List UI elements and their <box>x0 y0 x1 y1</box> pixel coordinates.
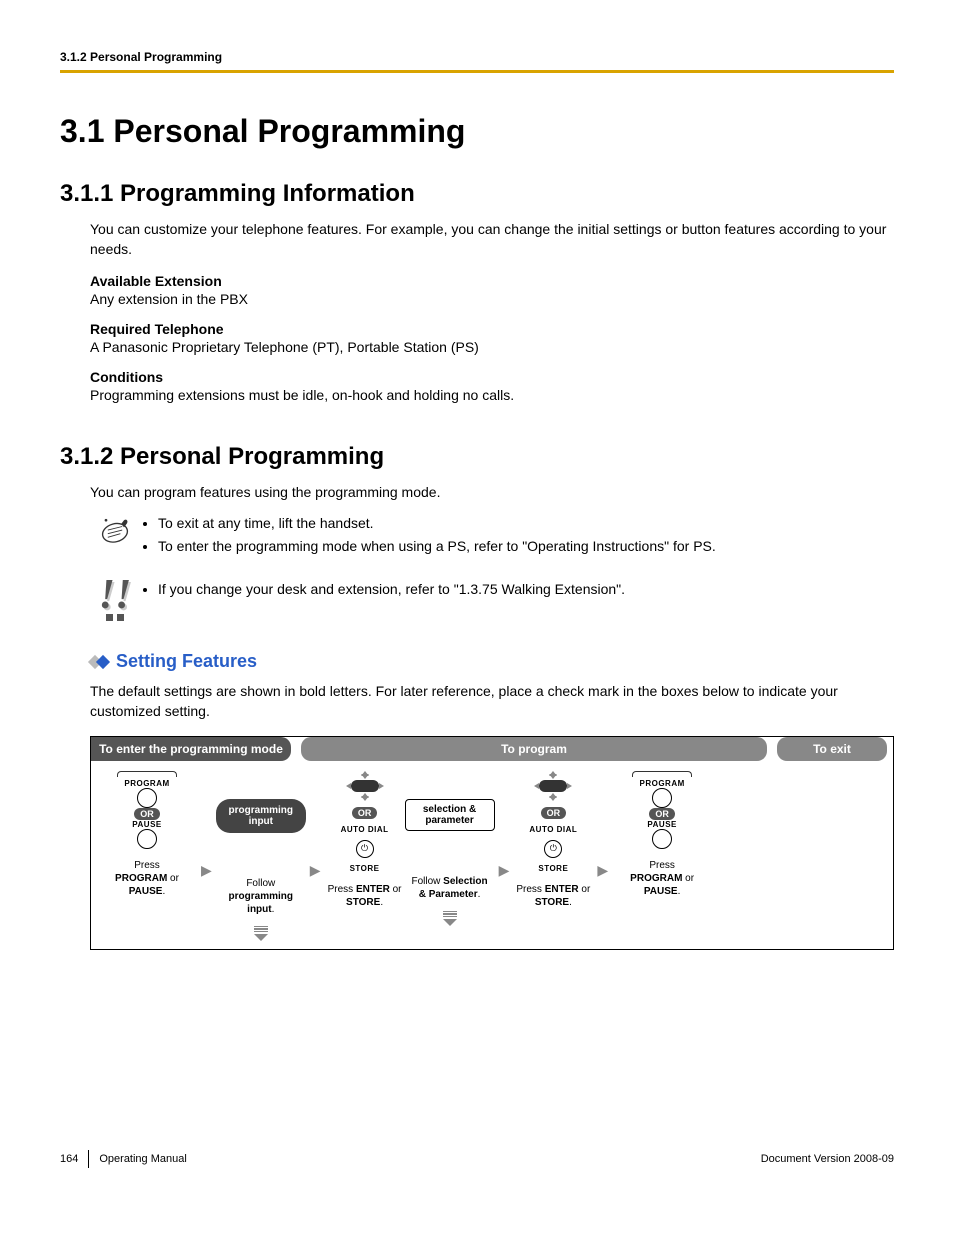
autodial-label: AUTO DIAL <box>529 825 577 834</box>
arrow-down-icon <box>254 926 268 942</box>
autodial-label: AUTO DIAL <box>341 825 389 834</box>
program-button-icon <box>137 788 157 808</box>
arrow-down-icon <box>443 911 457 927</box>
section-title-3-1-2: 3.1.2 Personal Programming <box>60 443 894 471</box>
caption-follow-selection: Follow Selection & Parameter. <box>410 875 490 901</box>
caption-press-enter-2: Press ENTER or STORE. <box>513 883 593 909</box>
page-header: 3.1.2 Personal Programming <box>60 50 894 73</box>
note-block-1: To exit at any time, lift the handset. T… <box>90 513 894 559</box>
available-extension-text: Any extension in the PBX <box>90 291 894 307</box>
program-label: PROGRAM <box>639 779 684 788</box>
diamond-bullet-icon <box>90 657 108 667</box>
note-icon <box>90 513 140 554</box>
note-item: To exit at any time, lift the handset. <box>158 513 894 534</box>
arrow-right-icon: ▶ <box>593 862 612 879</box>
arrow-right-icon: ▶ <box>306 862 325 879</box>
or-label: OR <box>541 807 567 819</box>
setting-features-intro: The default settings are shown in bold l… <box>90 682 894 721</box>
store-label: STORE <box>538 864 568 873</box>
caption-press-program-exit: Press PROGRAM or PAUSE. <box>622 859 702 898</box>
section-title-3-1-1: 3.1.1 Programming Information <box>60 180 894 208</box>
document-version: Document Version 2008-09 <box>761 1153 894 1165</box>
setting-features-heading: Setting Features <box>116 651 257 672</box>
enter-button-icon <box>351 771 379 801</box>
diagram-header-exit: To exit <box>777 737 887 761</box>
conditions-text: Programming extensions must be idle, on-… <box>90 387 894 403</box>
required-telephone-text: A Panasonic Proprietary Telephone (PT), … <box>90 339 894 355</box>
pause-label: PAUSE <box>647 820 676 829</box>
program-label: PROGRAM <box>124 779 169 788</box>
intro-3-1-2: You can program features using the progr… <box>90 483 894 503</box>
diagram-header-enter: To enter the programming mode <box>91 737 291 761</box>
pause-button-icon <box>652 829 672 849</box>
caption-follow-input: Follow programming input. <box>221 877 301 916</box>
required-telephone-heading: Required Telephone <box>90 321 894 337</box>
store-button-icon: ⏻ <box>356 840 374 858</box>
diagram-header-program: To program <box>301 737 767 761</box>
manual-title: Operating Manual <box>99 1153 186 1165</box>
programming-input-pill: programming input <box>216 799 306 833</box>
intro-3-1-1: You can customize your telephone feature… <box>90 220 894 259</box>
store-label: STORE <box>350 864 380 873</box>
page-footer: 164 Operating Manual Document Version 20… <box>60 1150 894 1168</box>
selection-parameter-box: selection & parameter <box>405 799 495 831</box>
enter-button-icon <box>539 771 567 801</box>
or-label: OR <box>134 808 160 820</box>
note-item: To enter the programming mode when using… <box>158 536 894 557</box>
or-label: OR <box>649 808 675 820</box>
arrow-right-icon: ▶ <box>495 862 514 879</box>
caption-press-program: Press PROGRAM or PAUSE. <box>107 859 187 898</box>
procedure-diagram: To enter the programming mode To program… <box>90 736 894 951</box>
arrow-right-icon: ▶ <box>197 862 216 879</box>
conditions-heading: Conditions <box>90 369 894 385</box>
caption-press-enter: Press ENTER or STORE. <box>325 883 405 909</box>
note-item: If you change your desk and extension, r… <box>158 579 894 600</box>
section-title-3-1: 3.1 Personal Programming <box>60 113 894 150</box>
important-icon: !! <box>90 579 140 622</box>
pause-label: PAUSE <box>132 820 161 829</box>
page-number: 164 <box>60 1153 78 1165</box>
pause-button-icon <box>137 829 157 849</box>
or-label: OR <box>352 807 378 819</box>
available-extension-heading: Available Extension <box>90 273 894 289</box>
store-button-icon: ⏻ <box>544 840 562 858</box>
program-button-icon <box>652 788 672 808</box>
note-block-2: !! If you change your desk and extension… <box>90 579 894 622</box>
